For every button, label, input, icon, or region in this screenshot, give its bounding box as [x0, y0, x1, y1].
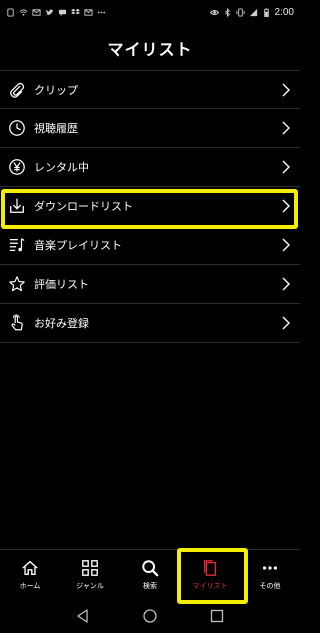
battery-icon: [262, 7, 271, 17]
mail-icon: [32, 8, 41, 17]
status-time: 2:00: [274, 6, 294, 18]
search-icon: [140, 558, 160, 578]
chevron-right-icon: [280, 159, 292, 175]
page-title: マイリスト: [107, 40, 193, 59]
eye-icon: [209, 8, 219, 17]
sim-icon: [6, 7, 15, 17]
menu-item-clip[interactable]: クリップ: [0, 70, 300, 109]
status-right-icons: 2:00: [209, 6, 294, 18]
tab-label: 検索: [143, 582, 157, 590]
menu-item-label: 視聴履歴: [34, 122, 78, 135]
tab-mylist[interactable]: マイリスト: [180, 550, 240, 600]
vibrate-icon: [235, 7, 245, 17]
tab-label: ホーム: [19, 582, 41, 590]
tab-label: ジャンル: [76, 582, 104, 590]
mylist-icon: [200, 558, 220, 578]
paperclip-icon: [8, 81, 26, 99]
tab-home[interactable]: ホーム: [0, 550, 60, 600]
wifi-icon: [19, 8, 28, 17]
home-circle-icon[interactable]: [141, 607, 159, 625]
home-icon: [20, 558, 40, 578]
star-icon: [8, 275, 26, 293]
menu-item-label: 評価リスト: [34, 278, 89, 291]
android-nav-bar: [0, 599, 300, 633]
download-icon: [8, 197, 26, 215]
more-dots-icon: [97, 8, 106, 17]
chevron-right-icon: [280, 120, 292, 136]
menu-item-label: クリップ: [34, 83, 78, 97]
yen-icon: [8, 158, 26, 176]
menu-item-label: ダウンロードリスト: [34, 200, 133, 213]
menu-item-download-list[interactable]: ダウンロードリスト: [0, 187, 300, 226]
menu-item-rating-list[interactable]: 評価リスト: [0, 265, 300, 304]
status-left-icons: [6, 7, 106, 17]
menu-item-history[interactable]: 視聴履歴: [0, 109, 300, 148]
twitter-icon: [45, 8, 54, 17]
tab-genre[interactable]: ジャンル: [60, 550, 120, 600]
recents-icon[interactable]: [208, 607, 226, 625]
tab-label: その他: [259, 582, 281, 590]
dropbox-icon: [71, 8, 80, 17]
bluetooth-icon: [223, 7, 232, 17]
chevron-right-icon: [280, 198, 292, 214]
mail-icon: [84, 8, 93, 17]
tab-label: マイリスト: [192, 582, 228, 590]
signal-icon: [249, 8, 258, 17]
chevron-right-icon: [280, 237, 292, 253]
menu-item-favorite-registration[interactable]: お好み登録: [0, 304, 300, 343]
tab-search[interactable]: 検索: [120, 550, 180, 600]
chevron-right-icon: [280, 315, 292, 331]
chevron-right-icon: [280, 276, 292, 292]
grid-icon: [80, 558, 100, 578]
back-icon[interactable]: [74, 607, 92, 625]
chevron-right-icon: [280, 82, 292, 98]
tap-icon: [8, 314, 26, 332]
menu-item-label: お好み登録: [34, 317, 89, 330]
playlist-icon: [8, 236, 26, 254]
bottom-tab-bar: ホーム ジャンル 検索 マイリスト その他: [0, 549, 300, 599]
menu-item-label: 音楽プレイリスト: [34, 239, 122, 252]
menu-item-music-playlist[interactable]: 音楽プレイリスト: [0, 226, 300, 265]
more-icon: [260, 558, 280, 578]
menu-item-rental[interactable]: レンタル中: [0, 148, 300, 187]
mylist-menu: クリップ 視聴履歴 レンタル中 ダウンロードリスト 音楽プレイリスト 評価リスト…: [0, 70, 300, 343]
tab-more[interactable]: その他: [240, 550, 300, 600]
menu-item-label: レンタル中: [34, 161, 89, 174]
status-bar: 2:00: [0, 0, 300, 24]
message-icon: [58, 8, 67, 17]
clock-icon: [8, 119, 26, 137]
